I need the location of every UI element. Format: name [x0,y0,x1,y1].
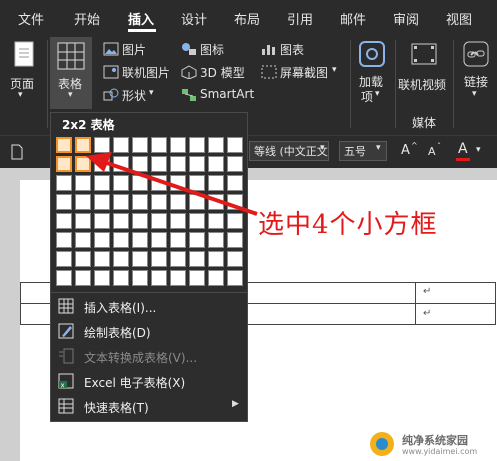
watermark-text: 纯净系统家园 [402,434,468,447]
watermark-url: www.yidaimei.com [402,447,478,456]
watermark-logo [370,432,394,456]
annotation-text: 选中4个小方框 [258,210,438,240]
